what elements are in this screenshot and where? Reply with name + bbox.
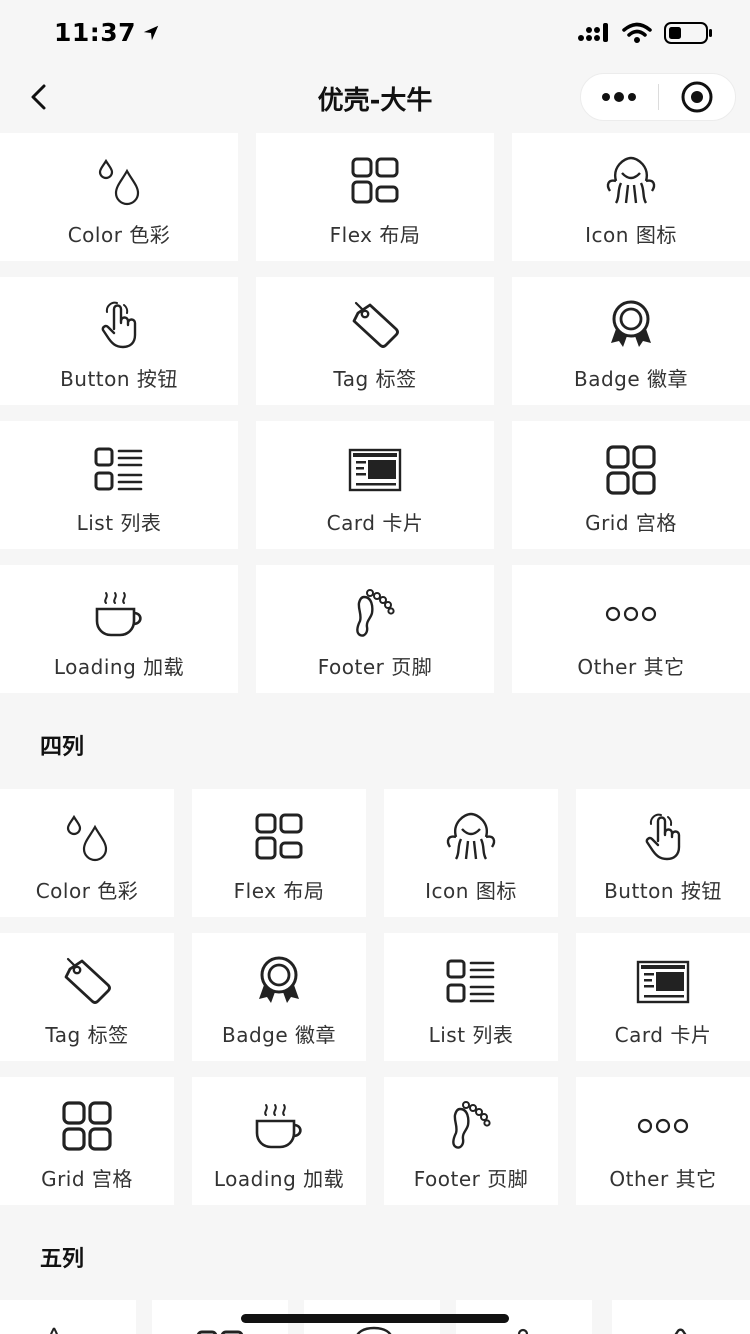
more-button[interactable] [581, 74, 658, 120]
location-arrow-icon [143, 25, 159, 41]
grid-item-label: Grid 宫格 [41, 1167, 133, 1191]
tag-icon [60, 955, 114, 1009]
card-icon [348, 443, 402, 497]
grid-item-label: Color 色彩 [35, 879, 139, 903]
footprint-icon [348, 587, 402, 641]
grid-item-card[interactable]: Card 卡片 [576, 933, 750, 1061]
capsule-menu [580, 73, 736, 121]
more-dots-icon [602, 92, 637, 102]
coffee-cup-icon [92, 587, 146, 641]
badge-icon [252, 955, 306, 1009]
grid-item-label: Tag 标签 [45, 1023, 129, 1047]
grid-item-button[interactable]: Button 按钮 [0, 277, 238, 405]
grid-item-flex[interactable]: Flex 布局 [256, 133, 494, 261]
three-circles-icon [636, 1099, 690, 1153]
grid-item-label: Color 色彩 [67, 223, 171, 247]
grid-four-columns: Color 色彩 Flex 布局 Icon 图标 Button 按钮 Tag 标… [0, 789, 750, 1205]
grid-item-flex[interactable]: Flex 布局 [192, 789, 366, 917]
grid-item-label: Icon 图标 [585, 223, 677, 247]
home-indicator [241, 1314, 509, 1323]
grid-item-color[interactable]: Color 色彩 [0, 789, 174, 917]
grid-item-badge[interactable]: Badge 徽章 [192, 933, 366, 1061]
tag-icon [348, 299, 402, 353]
flex-layout-icon [348, 155, 402, 209]
grid-item-label: Footer 页脚 [413, 1167, 529, 1191]
drops-icon [50, 1327, 58, 1334]
grid-item-badge[interactable]: Badge 徽章 [512, 277, 750, 405]
grid-item-label: Grid 宫格 [585, 511, 677, 535]
tag-icon [674, 1328, 687, 1334]
flex-layout-icon [252, 811, 306, 865]
grid-item-label: Tag 标签 [333, 367, 417, 391]
section-title-five-columns: 五列 [40, 1247, 85, 1272]
list-icon [444, 955, 498, 1009]
grid-item-icon[interactable]: Icon 图标 [384, 789, 558, 917]
grid-item-label: Badge 徽章 [573, 367, 689, 391]
grid-item-label: Footer 页脚 [317, 655, 433, 679]
octopus-icon [604, 155, 658, 209]
grid-item-label: List 列表 [76, 511, 162, 535]
grid-item-list[interactable]: List 列表 [384, 933, 558, 1061]
grid-item-tag[interactable]: Tag 标签 [256, 277, 494, 405]
coffee-cup-icon [252, 1099, 306, 1153]
grid-item-label: Button 按钮 [60, 367, 178, 391]
hand-pointer-icon [636, 811, 690, 865]
grid-item-color[interactable]: Color 色彩 [0, 133, 238, 261]
grid-item-label: Card 卡片 [326, 511, 424, 535]
octopus-icon [444, 811, 498, 865]
grid-item-card[interactable]: Card 卡片 [256, 421, 494, 549]
grid-item-label: Flex 布局 [329, 223, 421, 247]
grid-item-label: Other 其它 [609, 1167, 717, 1191]
grid-icon [60, 1099, 114, 1153]
grid-item-other[interactable]: Other 其它 [576, 1077, 750, 1205]
grid-item-button[interactable]: Button 按钮 [576, 789, 750, 917]
hand-pointer-icon [92, 299, 146, 353]
status-time: 11:37 [54, 18, 160, 47]
grid-item-list[interactable]: List 列表 [0, 421, 238, 549]
grid-item-footer[interactable]: Footer 页脚 [256, 565, 494, 693]
grid-item-label: Loading 加载 [213, 1167, 345, 1191]
close-miniprogram-button[interactable] [659, 74, 736, 120]
grid-item-other[interactable]: Other 其它 [512, 565, 750, 693]
grid-item-color[interactable] [0, 1300, 136, 1334]
grid-item-label: Badge 徽章 [221, 1023, 337, 1047]
wifi-icon [622, 22, 652, 43]
nav-bar: 优壳-大牛 [0, 66, 750, 128]
card-icon [636, 955, 690, 1009]
grid-item-grid[interactable]: Grid 宫格 [512, 421, 750, 549]
grid-item-footer[interactable]: Footer 页脚 [384, 1077, 558, 1205]
grid-item-icon[interactable]: Icon 图标 [512, 133, 750, 261]
grid-item-label: Button 按钮 [604, 879, 722, 903]
badge-icon [604, 299, 658, 353]
grid-item-label: List 列表 [428, 1023, 514, 1047]
target-circle-icon [681, 81, 713, 113]
list-icon [92, 443, 146, 497]
grid-three-columns: Color 色彩 Flex 布局 Icon 图标 Button 按钮 Tag 标… [0, 133, 750, 693]
grid-icon [604, 443, 658, 497]
drops-icon [60, 811, 114, 865]
grid-item-label: Card 卡片 [614, 1023, 712, 1047]
three-circles-icon [604, 587, 658, 641]
flex-layout-icon [196, 1330, 244, 1334]
grid-item-loading[interactable]: Loading 加载 [192, 1077, 366, 1205]
battery-icon [664, 22, 712, 44]
section-title-four-columns: 四列 [40, 735, 85, 760]
footprint-icon [444, 1099, 498, 1153]
status-bar: 11:37 [0, 0, 750, 66]
hand-pointer-icon [517, 1328, 529, 1334]
grid-item-label: Icon 图标 [425, 879, 517, 903]
grid-item-loading[interactable]: Loading 加载 [0, 565, 238, 693]
grid-item-tag[interactable]: Tag 标签 [0, 933, 174, 1061]
signal-icon [578, 23, 608, 42]
octopus-icon [356, 1326, 392, 1334]
grid-item-label: Flex 布局 [233, 879, 325, 903]
grid-item-grid[interactable]: Grid 宫格 [0, 1077, 174, 1205]
grid-item-tag[interactable] [612, 1300, 750, 1334]
grid-item-label: Loading 加载 [53, 655, 185, 679]
grid-item-label: Other 其它 [577, 655, 685, 679]
drops-icon [92, 155, 146, 209]
